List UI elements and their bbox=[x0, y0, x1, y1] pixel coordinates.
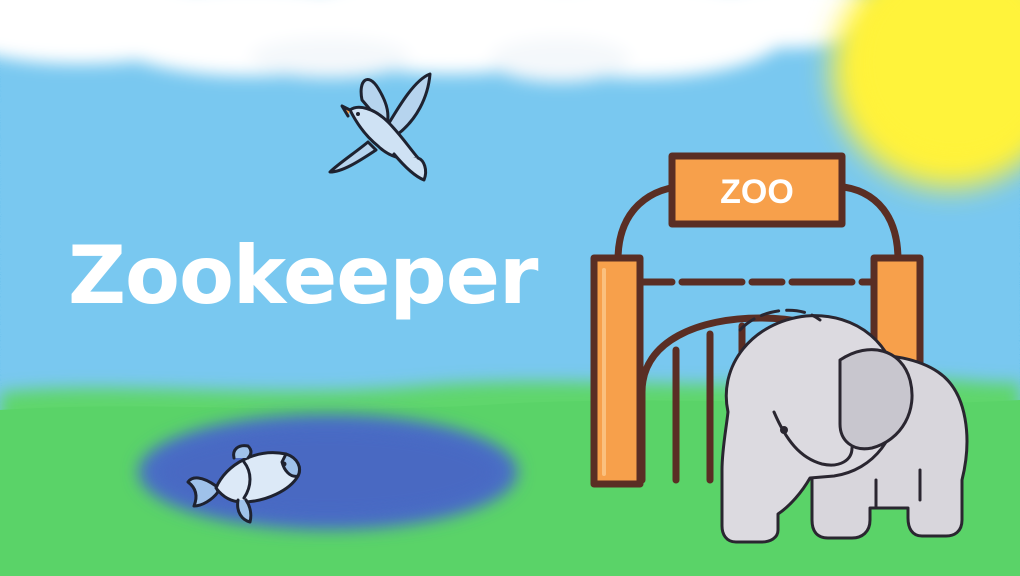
gate-sign-text: ZOO bbox=[720, 173, 794, 211]
page-title: Zookeeper bbox=[68, 229, 538, 322]
zookeeper-banner: ZOO Zookeeper bbox=[0, 0, 1020, 576]
